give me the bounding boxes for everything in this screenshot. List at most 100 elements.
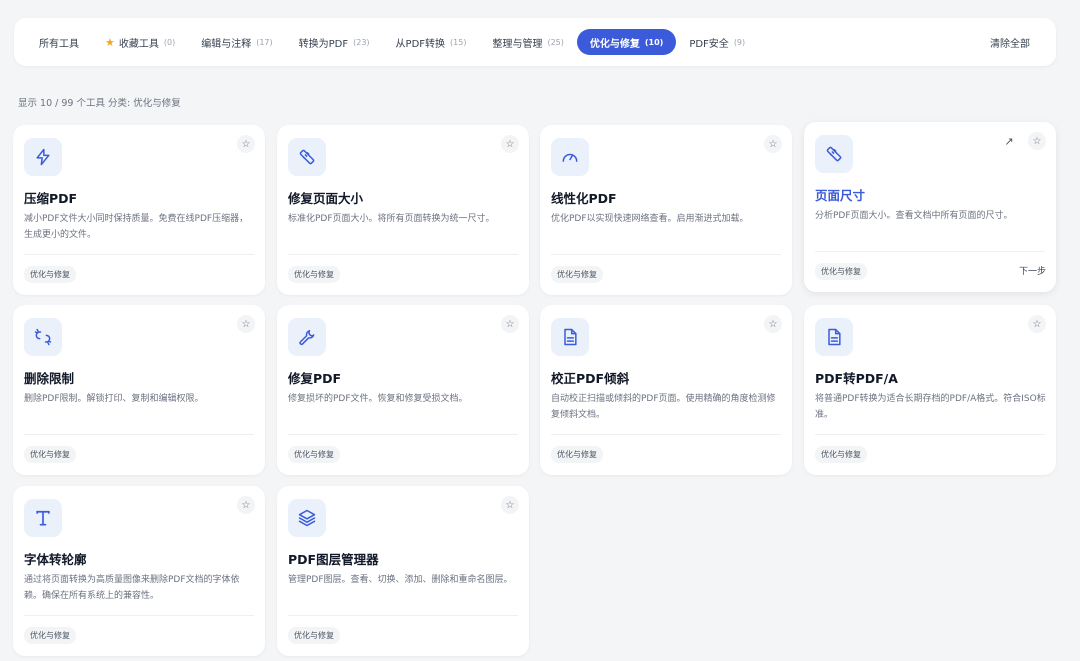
card-icon-container xyxy=(24,138,62,176)
category-tag: 优化与修复 xyxy=(815,263,867,280)
tool-card-linearize-pdf[interactable]: ☆ 线性化PDF 优化PDF以实现快速网络查看。启用渐进式加载。 优化与修复 xyxy=(540,125,792,295)
card-title: PDF转PDF/A xyxy=(815,371,898,386)
layers-icon xyxy=(298,509,316,527)
star-filled-icon: ★ xyxy=(105,35,115,49)
tool-card-repair-pdf[interactable]: ☆ 修复PDF 修复损坏的PDF文件。恢复和修复受损文档。 优化与修复 xyxy=(277,305,529,475)
favorite-star-button[interactable]: ☆ xyxy=(764,315,782,333)
tab-label: 所有工具 xyxy=(39,38,79,50)
favorite-star-button[interactable]: ☆ xyxy=(1028,132,1046,150)
tab-count: (15) xyxy=(450,37,467,47)
category-tag: 优化与修复 xyxy=(288,627,340,644)
tab-label: 编辑与注释 xyxy=(201,38,252,50)
card-title: 校正PDF倾斜 xyxy=(551,371,630,386)
document-icon xyxy=(564,328,577,346)
text-icon xyxy=(36,510,50,526)
category-tag: 优化与修复 xyxy=(24,266,76,283)
next-step-link[interactable]: 下一步 xyxy=(1019,264,1046,277)
card-divider xyxy=(288,615,518,616)
card-title: 页面尺寸 xyxy=(815,188,866,203)
tab-edit-annotate[interactable]: 编辑与注释 (17) xyxy=(188,29,285,55)
tab-count: (23) xyxy=(353,37,370,47)
card-description: 标准化PDF页面大小。将所有页面转换为统一尺寸。 xyxy=(288,214,495,224)
category-tag: 优化与修复 xyxy=(551,266,603,283)
tab-optimize-repair[interactable]: 优化与修复 (10) xyxy=(576,29,677,55)
tab-count: (25) xyxy=(547,37,564,47)
card-title: PDF图层管理器 xyxy=(288,552,379,567)
favorite-star-button[interactable]: ☆ xyxy=(237,135,255,153)
card-title: 修复PDF xyxy=(288,371,342,386)
ruler-icon xyxy=(299,149,315,165)
card-title: 修复页面大小 xyxy=(288,191,364,206)
card-icon-container xyxy=(288,138,326,176)
wrench-icon xyxy=(299,330,315,346)
tab-convert-from-pdf[interactable]: 从PDF转换 (15) xyxy=(383,29,480,55)
lightning-icon xyxy=(36,148,50,166)
tool-card-deskew-pdf[interactable]: ☆ 校正PDF倾斜 自动校正扫描或倾斜的PDF页面。使用精确的角度检测修复倾斜文… xyxy=(540,305,792,475)
tab-label: 转换为PDF xyxy=(298,38,349,50)
card-icon-container xyxy=(815,135,853,173)
open-external-arrow-icon[interactable]: ↗ xyxy=(1000,132,1018,150)
tab-all-tools[interactable]: 所有工具 xyxy=(26,29,92,55)
tab-count: (10) xyxy=(644,37,664,47)
card-title: 删除限制 xyxy=(24,371,75,386)
card-description: 通过将页面转换为高质量图像来删除PDF文档的字体依赖。确保在所有系统上的兼容性。 xyxy=(24,575,240,601)
card-description: 优化PDF以实现快速网络查看。启用渐进式加载。 xyxy=(551,214,749,224)
favorite-star-button[interactable]: ☆ xyxy=(764,135,782,153)
tab-count: (0) xyxy=(163,37,176,47)
clear-all-button[interactable]: 清除全部 xyxy=(976,35,1044,50)
card-title: 字体转轮廓 xyxy=(24,552,87,567)
tab-label: 从PDF转换 xyxy=(395,38,446,50)
category-tag: 优化与修复 xyxy=(288,446,340,463)
card-description: 减小PDF文件大小同时保持质量。免费在线PDF压缩器，生成更小的文件。 xyxy=(24,214,249,240)
category-filter-bar: 所有工具 ★ 收藏工具 (0) 编辑与注释 (17) 转换为PDF (23) 从… xyxy=(14,18,1056,66)
tab-pdf-security[interactable]: PDF安全 (9) xyxy=(676,29,758,55)
favorite-star-button[interactable]: ☆ xyxy=(501,315,519,333)
card-divider xyxy=(551,434,781,435)
card-description: 管理PDF图层。查看、切换、添加、删除和重命名图层。 xyxy=(288,575,513,585)
favorite-star-button[interactable]: ☆ xyxy=(237,496,255,514)
card-icon-container xyxy=(551,318,589,356)
category-tag: 优化与修复 xyxy=(815,446,867,463)
card-description: 分析PDF页面大小。查看文档中所有页面的尺寸。 xyxy=(815,211,1013,221)
favorite-star-button[interactable]: ☆ xyxy=(501,135,519,153)
card-icon-container xyxy=(288,499,326,537)
results-summary: 显示 10 / 99 个工具 分类: 优化与修复 xyxy=(18,98,181,109)
card-divider xyxy=(815,434,1045,435)
tool-card-pdf-layer-manager[interactable]: ☆ PDF图层管理器 管理PDF图层。查看、切换、添加、删除和重命名图层。 优化… xyxy=(277,486,529,656)
tool-card-pdf-to-pdfa[interactable]: ☆ PDF转PDF/A 将普通PDF转换为适合长期存档的PDF/A格式。符合IS… xyxy=(804,305,1056,475)
card-divider xyxy=(24,254,254,255)
card-divider xyxy=(815,251,1045,252)
tool-card-font-to-outline[interactable]: ☆ 字体转轮廓 通过将页面转换为高质量图像来删除PDF文档的字体依赖。确保在所有… xyxy=(13,486,265,656)
favorite-star-button[interactable]: ☆ xyxy=(237,315,255,333)
tab-convert-to-pdf[interactable]: 转换为PDF (23) xyxy=(286,29,383,55)
card-divider xyxy=(288,434,518,435)
card-divider xyxy=(288,254,518,255)
broken-link-icon xyxy=(34,328,52,346)
card-icon-container xyxy=(288,318,326,356)
card-icon-container xyxy=(24,318,62,356)
tool-card-fix-page-size[interactable]: ☆ 修复页面大小 标准化PDF页面大小。将所有页面转换为统一尺寸。 优化与修复 xyxy=(277,125,529,295)
card-description: 删除PDF限制。解锁打印、复制和编辑权限。 xyxy=(24,394,204,404)
tab-label: 整理与管理 xyxy=(492,38,543,50)
card-description: 修复损坏的PDF文件。恢复和修复受损文档。 xyxy=(288,394,468,404)
favorite-star-button[interactable]: ☆ xyxy=(1028,315,1046,333)
card-description: 将普通PDF转换为适合长期存档的PDF/A格式。符合ISO标准。 xyxy=(815,394,1046,420)
card-icon-container xyxy=(815,318,853,356)
category-tag: 优化与修复 xyxy=(551,446,603,463)
tool-card-remove-restrictions[interactable]: ☆ 删除限制 删除PDF限制。解锁打印、复制和编辑权限。 优化与修复 xyxy=(13,305,265,475)
tab-count: (9) xyxy=(733,37,746,47)
card-divider xyxy=(24,615,254,616)
tab-label: 收藏工具 xyxy=(118,38,159,50)
tool-card-compress-pdf[interactable]: ☆ 压缩PDF 减小PDF文件大小同时保持质量。免费在线PDF压缩器，生成更小的… xyxy=(13,125,265,295)
tab-label: 优化与修复 xyxy=(589,38,640,50)
card-title: 线性化PDF xyxy=(551,191,617,206)
tab-favorites[interactable]: ★ 收藏工具 (0) xyxy=(92,29,188,55)
gauge-icon xyxy=(562,153,578,162)
tool-card-page-size[interactable]: ↗ ☆ 页面尺寸 分析PDF页面大小。查看文档中所有页面的尺寸。 优化与修复 下… xyxy=(804,122,1056,292)
favorite-star-button[interactable]: ☆ xyxy=(501,496,519,514)
tab-count: (17) xyxy=(256,37,273,47)
tab-organize-manage[interactable]: 整理与管理 (25) xyxy=(479,29,576,55)
card-icon-container xyxy=(551,138,589,176)
card-divider xyxy=(551,254,781,255)
category-tag: 优化与修复 xyxy=(24,446,76,463)
